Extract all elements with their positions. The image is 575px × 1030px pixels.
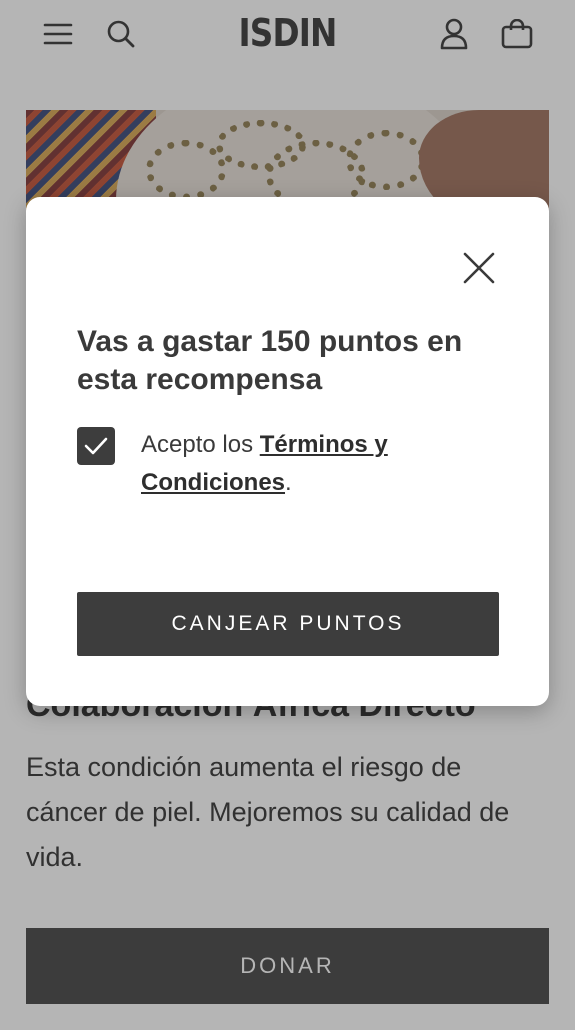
redeem-points-button[interactable]: CANJEAR PUNTOS xyxy=(77,592,499,656)
consent-suffix: . xyxy=(285,469,292,496)
modal-title: Vas a gastar 150 puntos en esta recompen… xyxy=(77,325,463,396)
consent-prefix: Acepto los xyxy=(141,431,260,458)
terms-checkbox[interactable] xyxy=(77,427,115,465)
terms-consent-text: Acepto los Términos y Condiciones. xyxy=(141,426,501,502)
checkmark-icon xyxy=(84,437,108,455)
close-icon xyxy=(463,252,495,284)
close-button[interactable] xyxy=(458,247,500,289)
redeem-modal: Vas a gastar 150 puntos en esta recompen… xyxy=(26,197,549,706)
